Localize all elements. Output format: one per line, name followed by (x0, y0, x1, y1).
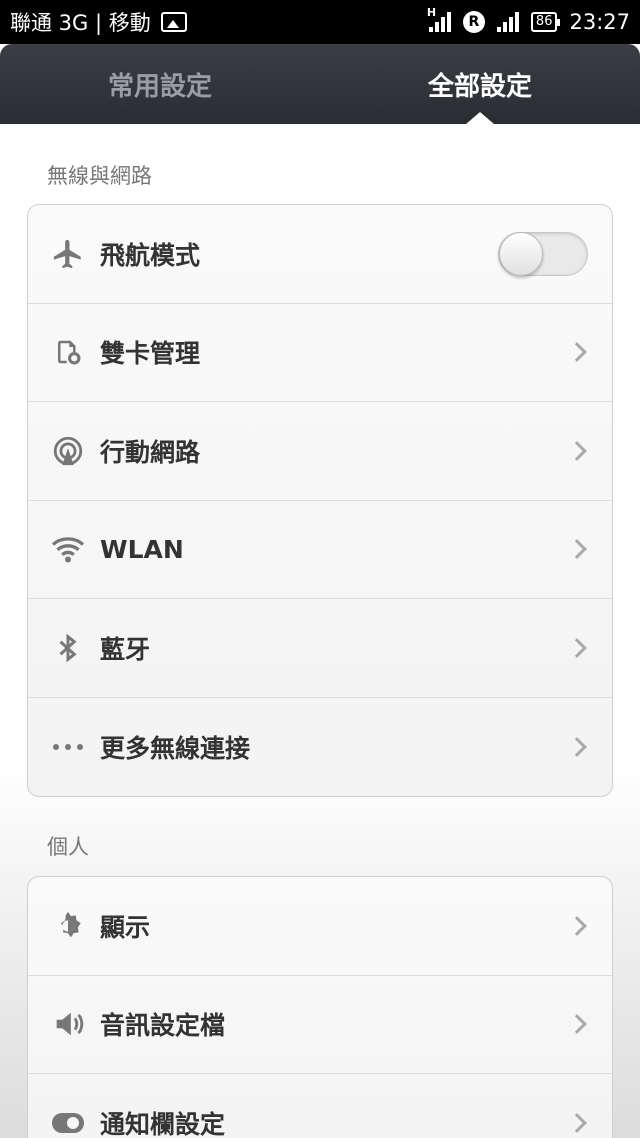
display-gear-icon (50, 908, 86, 944)
chevron-right-icon (567, 539, 587, 560)
airplane-mode-row[interactable]: 飛航模式 (28, 205, 612, 304)
dual-sim-row[interactable]: 雙卡管理 (28, 304, 612, 402)
settings-tab-bar: 常用設定 全部設定 (0, 44, 640, 124)
signal-strength-icon-2 (496, 12, 519, 32)
roaming-icon: R (462, 11, 485, 33)
airplane-icon (50, 236, 86, 272)
personal-settings-group: 顯示 音訊設定檔 通知欄設定 (27, 876, 613, 1138)
bluetooth-icon (50, 630, 86, 666)
carrier-text: 聯通 3G | 移動 (10, 11, 151, 35)
display-row[interactable]: 顯示 (28, 877, 612, 976)
bluetooth-label: 藍牙 (100, 634, 151, 664)
airplane-mode-toggle[interactable] (498, 231, 588, 276)
chevron-right-icon (567, 915, 587, 936)
wireless-settings-group: 飛航模式 雙卡管理 行動網路 WLAN 藍牙 更多無線連接 (27, 204, 613, 797)
signal-strength-icon: H (427, 6, 451, 32)
network-type-label: H (426, 6, 437, 19)
bluetooth-row[interactable]: 藍牙 (28, 599, 612, 698)
wlan-row[interactable]: WLAN (28, 501, 612, 599)
chevron-right-icon (567, 1014, 587, 1035)
tab-common-settings[interactable]: 常用設定 (0, 44, 320, 124)
sim-card-icon (50, 334, 86, 370)
chevron-right-icon (567, 736, 587, 757)
notification-bar-row[interactable]: 通知欄設定 (28, 1074, 612, 1138)
status-bar: 聯通 3G | 移動 H R 86 23:27 (0, 0, 640, 44)
clock: 23:27 (569, 10, 630, 34)
sound-profile-row[interactable]: 音訊設定檔 (28, 976, 612, 1074)
airplane-mode-label: 飛航模式 (100, 240, 201, 270)
chevron-right-icon (567, 1113, 587, 1134)
chevron-right-icon (567, 440, 587, 461)
more-dots-icon (50, 729, 86, 765)
image-notification-icon (160, 12, 187, 32)
dual-sim-label: 雙卡管理 (100, 339, 201, 369)
section-title-personal: 個人 (47, 835, 89, 859)
sound-profile-label: 音訊設定檔 (100, 1011, 226, 1041)
toggle-knob (499, 231, 543, 276)
chevron-right-icon (567, 637, 587, 658)
more-wireless-label: 更多無線連接 (100, 733, 251, 763)
sound-profile-icon (50, 1006, 86, 1042)
wlan-label: WLAN (100, 534, 184, 564)
mobile-network-label: 行動網路 (100, 437, 201, 467)
battery-icon: 86 (530, 12, 560, 32)
wifi-icon (50, 531, 86, 567)
chevron-right-icon (567, 342, 587, 363)
mobile-network-icon (50, 433, 86, 469)
notification-toggle-icon (50, 1105, 86, 1138)
section-title-wireless: 無線與網路 (47, 164, 152, 188)
more-wireless-row[interactable]: 更多無線連接 (28, 698, 612, 797)
display-label: 顯示 (100, 912, 151, 942)
notification-bar-label: 通知欄設定 (100, 1110, 226, 1138)
tab-all-settings[interactable]: 全部設定 (320, 44, 640, 124)
mobile-network-row[interactable]: 行動網路 (28, 402, 612, 501)
